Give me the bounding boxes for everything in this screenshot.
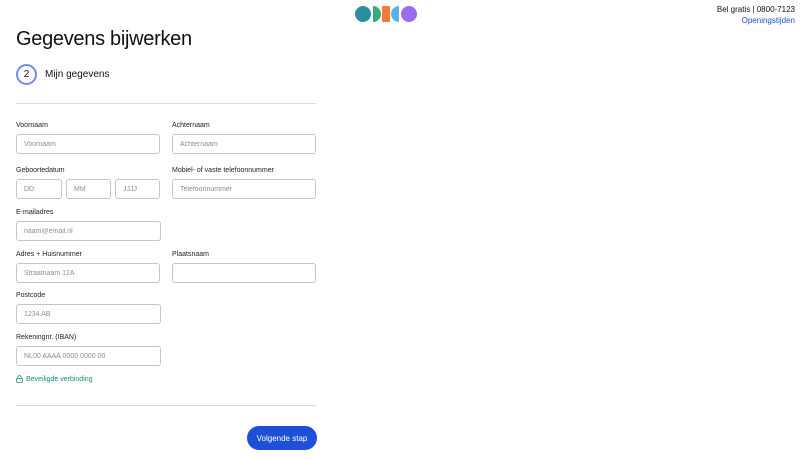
birth-date-label: Geboortedatum	[16, 167, 65, 174]
secure-connection-link[interactable]: Beveiligde verbinding	[16, 375, 93, 383]
postcode-label: Postcode	[16, 292, 46, 299]
lock-icon	[16, 375, 23, 383]
phone-input[interactable]	[172, 179, 316, 199]
birth-month-input[interactable]	[66, 179, 111, 199]
logo-shape-5	[401, 6, 417, 22]
phone-label: Mobiel- of vaste telefoonnummer	[172, 167, 274, 174]
brand-logo[interactable]	[354, 5, 418, 23]
city-label: Plaatsnaam	[172, 251, 209, 258]
iban-label: Rekeningnr. (IBAN)	[16, 334, 77, 341]
logo-shape-1	[355, 6, 371, 22]
address-input[interactable]	[16, 263, 160, 283]
step-indicator: 2 Mijn gegevens	[16, 64, 109, 85]
city-input[interactable]	[172, 263, 316, 283]
logo-shape-2	[373, 6, 381, 22]
postcode-input[interactable]	[16, 304, 161, 324]
phone-text: Bel gratis | 0800-7123	[716, 5, 795, 14]
step-number-badge: 2	[16, 64, 37, 85]
opening-hours-link[interactable]: Openingstijden	[717, 16, 795, 26]
step-label: Mijn gegevens	[45, 69, 110, 80]
last-name-input[interactable]	[172, 134, 316, 154]
address-label: Adres + Huisnummer	[16, 251, 82, 258]
email-input[interactable]	[16, 221, 161, 241]
logo-shape-4	[391, 6, 399, 22]
birth-day-input[interactable]	[16, 179, 62, 199]
email-label: E-mailadres	[16, 209, 54, 216]
bottom-divider	[16, 405, 316, 406]
top-divider	[16, 103, 316, 104]
birth-year-input[interactable]	[115, 179, 160, 199]
next-step-button[interactable]: Volgende stap	[247, 426, 317, 450]
page-title: Gegevens bijwerken	[16, 28, 192, 50]
first-name-label: Voornaam	[16, 122, 48, 129]
logo-shape-3	[382, 6, 390, 22]
iban-input[interactable]	[16, 346, 161, 366]
last-name-label: Achternaam	[172, 122, 210, 129]
secure-connection-text: Beveiligde verbinding	[26, 375, 93, 383]
contact-info: Bel gratis | 0800-7123 Openingstijden	[717, 5, 795, 26]
first-name-input[interactable]	[16, 134, 160, 154]
